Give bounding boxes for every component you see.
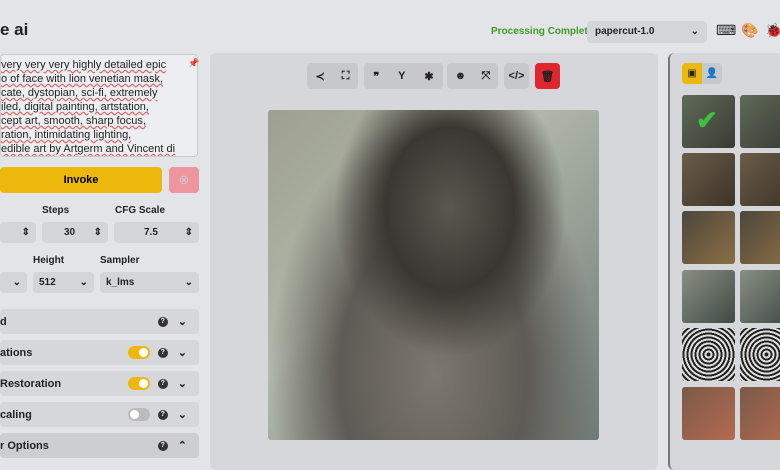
accordion-seed[interactable]: d? ⌄ xyxy=(0,309,199,334)
toolbar-group-share: ≺ ⛶ xyxy=(307,63,358,89)
gallery-thumbnail[interactable] xyxy=(682,387,735,440)
pin-icon[interactable]: 📌 xyxy=(188,58,199,69)
face-icon[interactable]: ☻ xyxy=(455,70,467,82)
height-select[interactable]: 512 ⌄ xyxy=(33,272,94,293)
user-icon[interactable]: 👤 xyxy=(702,63,722,84)
variations-toggle[interactable] xyxy=(127,346,150,359)
sampler-label: Sampler xyxy=(100,255,140,266)
fullscreen-icon[interactable]: ⛶ xyxy=(342,70,350,83)
delete-button: 🗑 xyxy=(535,63,560,89)
gallery-thumbnail[interactable] xyxy=(682,270,735,323)
help-icon: ? xyxy=(157,347,168,358)
cancel-button[interactable]: ⊗ xyxy=(169,167,199,193)
chevron-down-icon: ⌄ xyxy=(177,316,187,328)
generated-image xyxy=(268,110,599,440)
cfg-input[interactable]: 7.5 ⇕ xyxy=(114,222,199,243)
cfg-label: CFG Scale xyxy=(115,205,166,216)
gallery-thumbnail[interactable] xyxy=(682,211,735,264)
gallery-thumbnail[interactable] xyxy=(682,153,735,206)
help-icon: ? xyxy=(157,316,168,327)
seedling-icon[interactable]: Y xyxy=(398,70,405,82)
trash-icon[interactable]: 🗑 xyxy=(541,70,555,83)
code-icon[interactable]: </> xyxy=(509,70,525,82)
image-icon[interactable]: ▣ xyxy=(682,63,702,84)
width-select[interactable]: ⌄ xyxy=(0,272,27,293)
gallery-thumbnail[interactable] xyxy=(740,328,780,381)
gallery-thumbnail[interactable] xyxy=(740,211,780,264)
model-select[interactable]: papercut-1.0 ⌄ xyxy=(587,21,707,43)
steps-input[interactable]: 30 ⇕ xyxy=(42,222,108,243)
help-icon: ? xyxy=(157,440,168,451)
prompt-textarea[interactable]: very very very highly detailed epic o of… xyxy=(0,54,198,157)
check-icon: ✔ xyxy=(696,105,718,135)
gallery-thumbnail[interactable] xyxy=(740,153,780,206)
chevron-down-icon: ⌄ xyxy=(177,378,187,390)
chevron-down-icon: ⌄ xyxy=(177,409,187,421)
chevron-up-icon: ⌃ xyxy=(177,440,187,452)
accordion-upscaling[interactable]: caling? ⌄ xyxy=(0,402,199,427)
gallery-thumbnail[interactable]: ✔ xyxy=(682,95,735,148)
status-text: Processing Complete xyxy=(491,26,594,37)
toolbar-group-reuse: ❞ Y ✱ xyxy=(364,63,443,89)
height-label: Height xyxy=(33,255,65,266)
upscaling-toggle[interactable] xyxy=(127,408,150,421)
invoke-button[interactable]: Invoke xyxy=(0,167,162,193)
accordion-variations[interactable]: ations? ⌄ xyxy=(0,340,199,365)
quote-icon[interactable]: ❞ xyxy=(373,70,379,83)
palette-icon[interactable]: 🎨 xyxy=(741,22,758,39)
chevron-down-icon: ⌄ xyxy=(177,347,187,359)
chevron-down-icon: ⌄ xyxy=(690,26,699,37)
model-value: papercut-1.0 xyxy=(595,26,655,37)
sampler-select[interactable]: k_lms ⌄ xyxy=(100,272,199,293)
gallery-thumbnail[interactable] xyxy=(740,95,780,148)
x-circle-icon: ⊗ xyxy=(178,172,190,187)
asterisk-icon[interactable]: ✱ xyxy=(424,70,433,83)
accordion-face-restoration[interactable]: Restoration? ⌄ xyxy=(0,371,199,396)
gallery-thumbnail[interactable] xyxy=(740,270,780,323)
steps-label: Steps xyxy=(42,205,70,216)
code-button: </> xyxy=(504,63,529,89)
gallery-thumbnail[interactable] xyxy=(682,328,735,381)
gallery-tabs: ▣ 👤 xyxy=(682,63,722,84)
accordion-other-options[interactable]: r Options? ⌃ xyxy=(0,433,199,458)
app-title: e ai xyxy=(0,20,29,39)
iterations-input[interactable]: ⇕ xyxy=(0,222,36,243)
share-icon[interactable]: ≺ xyxy=(316,70,325,83)
gallery-thumbnail[interactable] xyxy=(740,387,780,440)
help-icon: ? xyxy=(157,409,168,420)
face-restoration-toggle[interactable] xyxy=(127,377,150,390)
keyboard-icon[interactable]: ⌨ xyxy=(716,22,736,39)
toolbar-group-postprocess: ☻ ⤧ xyxy=(447,63,498,89)
help-icon: ? xyxy=(157,378,168,389)
expand-icon[interactable]: ⤧ xyxy=(482,70,491,83)
bug-icon[interactable]: 🐞 xyxy=(765,22,780,39)
